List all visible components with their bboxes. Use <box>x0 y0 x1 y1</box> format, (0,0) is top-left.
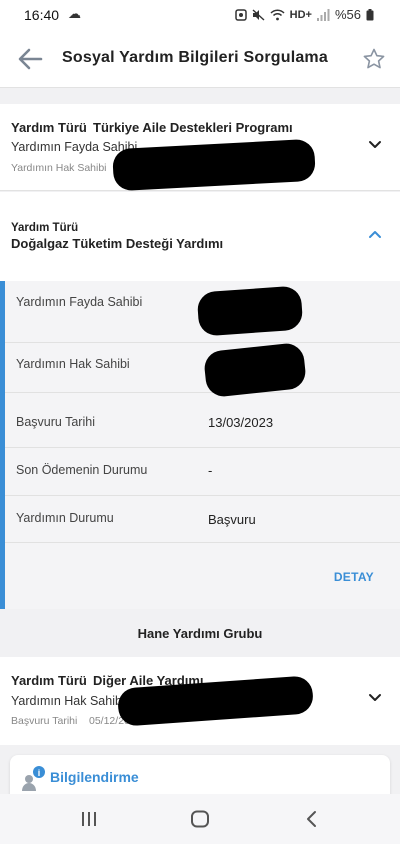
wifi-icon <box>270 8 285 20</box>
right-holder-label: Yardımın Hak Sahibi <box>11 162 107 174</box>
detail-label: Yardımın Durumu <box>16 511 114 525</box>
aid-type-value: Doğalgaz Tüketim Desteği Yardımı <box>11 236 224 251</box>
application-date-value: 13/03/2023 <box>208 415 274 430</box>
info-badge: i <box>38 768 41 778</box>
redaction-scribble <box>112 138 316 192</box>
detay-button[interactable]: DETAY <box>334 570 374 584</box>
aid-item-card[interactable]: Yardım Türü Türkiye Aile Destekleri Prog… <box>0 104 400 192</box>
redaction-scribble <box>202 341 308 399</box>
chevron-up-icon[interactable] <box>368 229 382 239</box>
status-bar: 16:40 ☁ HD+ %56 <box>0 0 400 30</box>
household-aid-item-card[interactable]: Yardım Türü Diğer Aile Yardımı Yardımın … <box>0 657 400 745</box>
battery-label: %56 <box>334 7 361 22</box>
system-nav-bar <box>0 794 400 844</box>
network-label: HD+ <box>289 8 312 21</box>
detail-row: Başvuru Tarihi 13/03/2023 <box>5 393 400 448</box>
chevron-down-icon[interactable] <box>368 693 382 703</box>
detail-row: Yardımın Fayda Sahibi <box>5 281 400 343</box>
aid-details-panel: Yardımın Fayda Sahibi Yardımın Hak Sahib… <box>0 281 400 609</box>
info-title: Bilgilendirme <box>50 769 139 785</box>
chevron-down-icon[interactable] <box>368 140 382 150</box>
detail-row: Son Ödemenin Durumu - <box>5 448 400 496</box>
signal-icon <box>316 8 330 21</box>
back-button[interactable] <box>16 47 44 71</box>
detail-row: Yardımın Durumu Başvuru <box>5 496 400 543</box>
home-icon[interactable] <box>190 810 210 828</box>
aid-type-label: Yardım Türü <box>11 222 79 234</box>
detail-label: Yardımın Hak Sahibi <box>16 357 130 371</box>
aid-status-value: Başvuru <box>208 512 256 527</box>
aid-item-card-expanded[interactable]: Yardım Türü Doğalgaz Tüketim Desteği Yar… <box>0 192 400 281</box>
aid-type-label: Yardım Türü <box>11 673 87 688</box>
arrow-left-icon <box>18 48 43 70</box>
aid-type-value: Türkiye Aile Destekleri Programı <box>93 120 293 135</box>
detail-row: Yardımın Hak Sahibi <box>5 341 400 399</box>
user-info-icon: i <box>22 766 45 791</box>
mute-icon <box>252 8 265 21</box>
app-header: Sosyal Yardım Bilgileri Sorgulama <box>0 30 400 88</box>
detail-label: Son Ödemenin Durumu <box>16 463 148 477</box>
weather-icon: ☁ <box>68 6 81 21</box>
redaction-scribble <box>196 285 304 337</box>
page-title: Sosyal Yardım Bilgileri Sorgulama <box>62 49 328 66</box>
aid-type-label: Yardım Türü <box>11 120 87 135</box>
status-icons: HD+ %56 <box>234 7 374 22</box>
last-payment-status-value: - <box>208 463 213 478</box>
application-date-label: Başvuru Tarihi <box>11 715 78 727</box>
recent-apps-icon[interactable] <box>80 811 98 827</box>
alarm-icon <box>234 8 247 21</box>
star-icon <box>363 48 385 69</box>
household-group-title: Hane Yardımı Grubu <box>0 612 400 656</box>
detail-label: Başvuru Tarihi <box>16 415 95 429</box>
favorite-button[interactable] <box>362 47 386 71</box>
back-nav-icon[interactable] <box>305 810 319 828</box>
battery-icon <box>366 8 374 20</box>
detail-label: Yardımın Fayda Sahibi <box>16 295 143 309</box>
right-holder-label: Yardımın Hak Sahibi <box>11 694 125 708</box>
status-time: 16:40 <box>24 7 60 23</box>
